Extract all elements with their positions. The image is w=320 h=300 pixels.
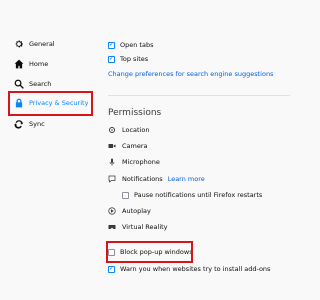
open-tabs-label: Open tabs bbox=[120, 41, 154, 49]
warn-addons-checkbox[interactable] bbox=[108, 265, 115, 273]
autoplay-icon bbox=[108, 207, 116, 215]
permission-label: Notifications bbox=[122, 175, 163, 183]
permissions-heading: Permissions bbox=[108, 108, 162, 118]
permission-label: Camera bbox=[122, 142, 148, 150]
change-preferences-row: Change preferences for search engine sug… bbox=[108, 68, 273, 80]
microphone-icon bbox=[108, 158, 116, 166]
top-sites-label: Top sites bbox=[120, 55, 149, 63]
notification-icon bbox=[108, 175, 116, 183]
permission-label: Virtual Reality bbox=[122, 223, 168, 231]
vr-icon bbox=[108, 223, 116, 231]
permission-microphone-row: Microphone bbox=[108, 156, 160, 168]
change-search-preferences-link[interactable]: Change preferences for search engine sug… bbox=[108, 70, 273, 78]
highlight-box-block-popups bbox=[106, 241, 193, 263]
sidebar-item-sync[interactable]: Sync bbox=[8, 114, 92, 134]
top-sites-row[interactable]: Top sites bbox=[108, 53, 148, 65]
permission-camera-row: Camera bbox=[108, 140, 148, 152]
permission-notifications-row: Notifications Learn more bbox=[108, 173, 205, 185]
learn-more-link[interactable]: Learn more bbox=[168, 175, 205, 183]
top-sites-checkbox[interactable] bbox=[108, 55, 115, 63]
divider bbox=[108, 95, 290, 96]
permission-autoplay-row: Autoplay bbox=[108, 205, 151, 217]
sidebar-item-label: General bbox=[29, 40, 55, 48]
sidebar-item-label: Home bbox=[29, 60, 49, 68]
home-icon bbox=[14, 59, 24, 69]
search-icon bbox=[14, 79, 24, 89]
warn-addons-label: Warn you when websites try to install ad… bbox=[120, 265, 271, 273]
gear-icon bbox=[14, 39, 24, 49]
sidebar-item-home[interactable]: Home bbox=[8, 54, 92, 74]
sidebar: General Home Search Privacy & Security S… bbox=[0, 0, 96, 300]
highlight-box-privacy bbox=[8, 91, 93, 116]
camera-icon bbox=[108, 142, 116, 150]
sidebar-item-label: Sync bbox=[29, 120, 45, 128]
sidebar-item-general[interactable]: General bbox=[8, 34, 92, 54]
permission-label: Microphone bbox=[122, 158, 160, 166]
pause-notifications-checkbox[interactable] bbox=[122, 191, 129, 199]
pause-notifications-label: Pause notifications until Firefox restar… bbox=[134, 191, 263, 199]
open-tabs-checkbox[interactable] bbox=[108, 41, 115, 49]
sync-icon bbox=[14, 119, 24, 129]
permission-location-row: Location bbox=[108, 124, 150, 136]
warn-addons-row[interactable]: Warn you when websites try to install ad… bbox=[108, 263, 270, 275]
sidebar-item-label: Search bbox=[29, 80, 52, 88]
permission-vr-row: Virtual Reality bbox=[108, 221, 168, 233]
location-icon bbox=[108, 126, 116, 134]
open-tabs-row[interactable]: Open tabs bbox=[108, 39, 153, 51]
pause-notifications-row[interactable]: Pause notifications until Firefox restar… bbox=[122, 189, 262, 201]
permission-label: Location bbox=[122, 126, 150, 134]
permission-label: Autoplay bbox=[122, 207, 151, 215]
